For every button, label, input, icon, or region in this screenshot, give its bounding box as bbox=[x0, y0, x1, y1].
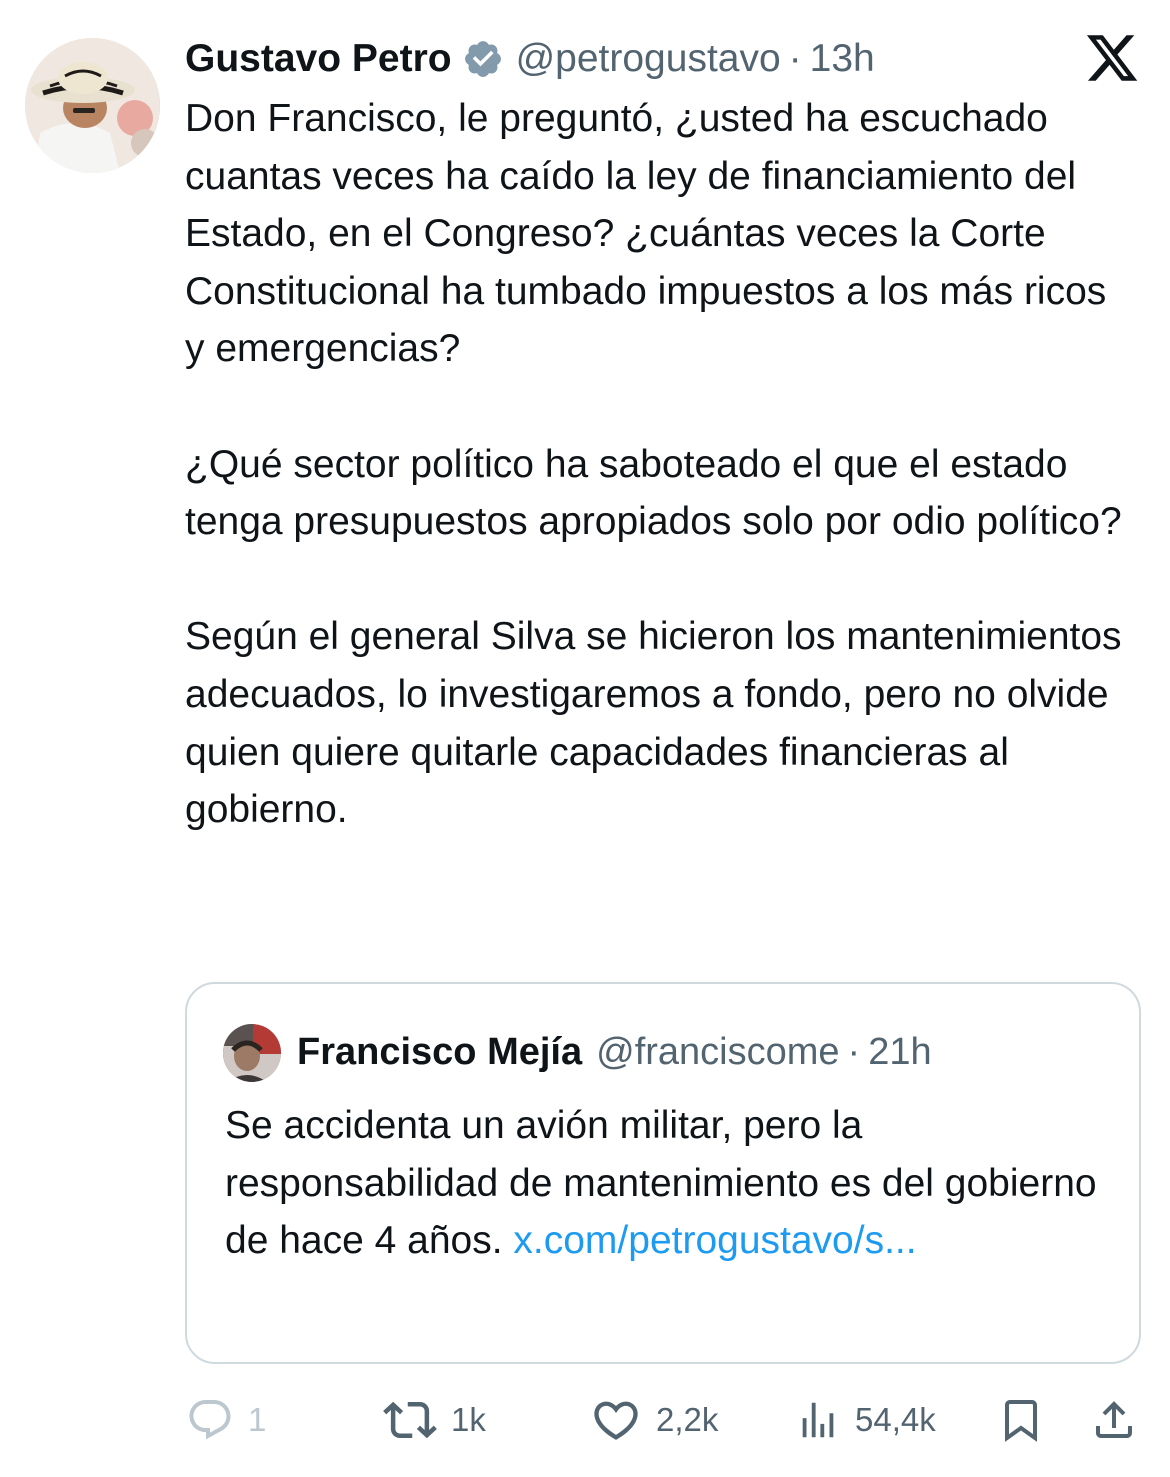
quoted-tweet-card[interactable]: Francisco Mejía @franciscome · 21h Se ac… bbox=[185, 982, 1141, 1364]
quoted-tweet-header: Francisco Mejía @franciscome · 21h bbox=[297, 1028, 932, 1076]
separator-dot: · bbox=[788, 37, 802, 80]
tweet-actions-bar: 1 1k 2,2k 54,4k bbox=[0, 1390, 1170, 1450]
quoted-avatar-photo bbox=[223, 1024, 281, 1082]
avatar-photo bbox=[25, 38, 160, 173]
separator-dot: · bbox=[847, 1030, 861, 1073]
author-avatar[interactable] bbox=[25, 38, 160, 173]
tweet-paragraph: Don Francisco, le preguntó, ¿usted ha es… bbox=[185, 97, 1107, 371]
quoted-author-name[interactable]: Francisco Mejía bbox=[297, 1031, 582, 1074]
verified-badge-icon bbox=[464, 41, 501, 77]
views-count: 54,4k bbox=[855, 1401, 936, 1438]
tweet-paragraph: Según el general Silva se hicieron los m… bbox=[185, 615, 1122, 832]
author-name[interactable]: Gustavo Petro bbox=[185, 37, 452, 81]
quoted-tweet-body: Se accidenta un avión militar, pero la r… bbox=[225, 1097, 1105, 1270]
share-icon bbox=[1096, 1401, 1132, 1438]
views-icon bbox=[802, 1402, 834, 1438]
share-button[interactable] bbox=[1090, 1390, 1138, 1450]
retweet-button[interactable]: 1k bbox=[383, 1390, 486, 1450]
reply-icon bbox=[189, 1400, 231, 1440]
like-count: 2,2k bbox=[656, 1401, 719, 1438]
bookmark-button[interactable] bbox=[997, 1390, 1045, 1450]
quoted-tweet-time[interactable]: 21h bbox=[868, 1031, 931, 1074]
views-button[interactable]: 54,4k bbox=[795, 1390, 936, 1450]
tweet-body: Don Francisco, le preguntó, ¿usted ha es… bbox=[185, 90, 1125, 839]
x-logo-icon[interactable] bbox=[1084, 30, 1140, 86]
tweet-header: Gustavo Petro @petrogustavo · 13h bbox=[185, 34, 875, 84]
author-handle[interactable]: @petrogustavo bbox=[516, 37, 781, 81]
quoted-author-avatar[interactable] bbox=[223, 1024, 281, 1082]
reply-button[interactable]: 1 bbox=[186, 1390, 266, 1450]
quoted-author-handle[interactable]: @franciscome bbox=[596, 1031, 839, 1074]
retweet-count: 1k bbox=[451, 1401, 486, 1438]
retweet-icon bbox=[383, 1401, 437, 1439]
heart-icon bbox=[594, 1401, 638, 1440]
reply-count: 1 bbox=[248, 1401, 267, 1438]
tweet-paragraph: ¿Qué sector político ha saboteado el que… bbox=[185, 442, 1122, 544]
like-button[interactable]: 2,2k bbox=[590, 1390, 718, 1450]
bookmark-icon bbox=[1005, 1400, 1037, 1442]
tweet-time[interactable]: 13h bbox=[810, 37, 875, 81]
quoted-tweet-link[interactable]: x.com/petrogustavo/s... bbox=[513, 1219, 916, 1262]
